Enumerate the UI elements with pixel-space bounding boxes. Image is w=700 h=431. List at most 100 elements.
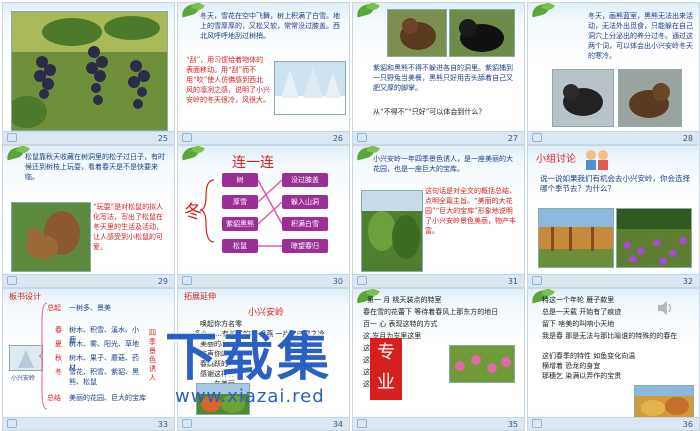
slide-text: 紫貂和黑熊不得不躲进各自的洞里。紫貂捕到一只野兔当美餐，黑熊只好用舌头舔着自己又… bbox=[373, 64, 513, 92]
board-value: 一树多、景美 bbox=[69, 304, 111, 312]
match-right-item[interactable]: 积满白雪 bbox=[282, 217, 328, 231]
slide-text: 小兴安岭一年四季景色诱人，是一座美丽的大花园，也是一座巨大的宝库。 bbox=[373, 155, 513, 173]
star-icon[interactable] bbox=[357, 276, 367, 285]
slide-number: 25 bbox=[157, 134, 168, 143]
slide-text: 冬天，画熊蓝室，黑熊无法出来活动，无法外出觅食，只能躲在自己洞穴上分泌出的养分过… bbox=[588, 12, 693, 60]
star-icon[interactable] bbox=[182, 133, 192, 142]
poem-line: 特这一个年轮 雁子款里 bbox=[542, 296, 615, 304]
watermark-title: 下载集 bbox=[165, 328, 334, 388]
speaker-icon[interactable] bbox=[656, 299, 674, 317]
slide-thumbnail-36[interactable]: 特这一个年轮 雁子款里 总是一天载 开始有了痕迹 留下 啥美的叫响小天地 我是春… bbox=[527, 288, 700, 431]
board-main-title: 小兴安岭 bbox=[11, 375, 36, 382]
board-key: 春 bbox=[55, 326, 62, 334]
slide-footer bbox=[178, 131, 349, 144]
star-icon[interactable] bbox=[357, 133, 367, 142]
star-icon[interactable] bbox=[182, 419, 192, 428]
slide-number: 31 bbox=[507, 277, 518, 286]
watermark: 下载集 专业 www.xiazai.red bbox=[165, 328, 425, 418]
slide-thumbnail-26[interactable]: 冬天，雪花在空中飞舞，树上积满了白雪。地上的雪厚厚的，又松又软，常常没过膝盖。西… bbox=[177, 2, 350, 145]
poem-line: 留下 啥美的叫响小天地 bbox=[542, 320, 615, 328]
poem-line: 总是一天载 开始有了痕迹 bbox=[542, 308, 622, 316]
bear-snow-photo bbox=[552, 69, 614, 127]
slide-number: 30 bbox=[332, 277, 343, 286]
autumn-photo bbox=[634, 385, 694, 419]
grapes-photo bbox=[11, 11, 168, 131]
star-icon[interactable] bbox=[7, 276, 17, 285]
brown-bear-photo bbox=[618, 69, 682, 127]
poem-line: 那穗乞 染满以弄作的宝贵 bbox=[542, 372, 622, 380]
match-left-item[interactable]: 厚雪 bbox=[222, 195, 258, 209]
slide-footer bbox=[353, 131, 524, 144]
slide-title: 小兴安岭 bbox=[248, 308, 285, 318]
match-right-item[interactable]: 晾望春归 bbox=[282, 239, 328, 253]
board-value: 雪花、积雪、紫貂、黑熊、松鼠 bbox=[69, 368, 139, 386]
board-key: 冬 bbox=[55, 368, 62, 376]
board-key: 总结 bbox=[47, 394, 61, 402]
slide-number: 27 bbox=[507, 134, 518, 143]
slide-text: “刮”，用习惯给着物体的表面移动。用“刮”而不用“吹”使人仿佛感到西北风的凛冽之… bbox=[186, 56, 270, 104]
poem-line: 横增着 恐龙的身宜 bbox=[542, 362, 601, 370]
slide-thumbnail-28[interactable]: 冬天，画熊蓝室，黑熊无法出来活动，无法外出觅食，只能躲在自己洞穴上分泌出的养分过… bbox=[527, 2, 700, 145]
board-value: 树木、雾、阳光、草地 bbox=[69, 340, 139, 348]
star-icon[interactable] bbox=[182, 276, 192, 285]
slide-number: 33 bbox=[157, 420, 168, 429]
slide-thumbnail-25[interactable]: 25 bbox=[2, 2, 175, 145]
autumn-forest-photo bbox=[538, 208, 614, 268]
slide-text: “玩耍”是对松鼠的拟人化写法，写出了松鼠在冬天里的生活及活动，让人感受到小松鼠的… bbox=[93, 203, 164, 251]
board-key: 总起 bbox=[47, 304, 61, 312]
children-icon bbox=[586, 150, 608, 170]
poem-line: 这们春季的特性 如鱼变化向温 bbox=[542, 352, 636, 360]
slide-footer bbox=[528, 417, 699, 430]
slide-footer bbox=[3, 131, 174, 144]
star-icon[interactable] bbox=[7, 419, 17, 428]
slide-footer bbox=[528, 274, 699, 287]
match-right-item[interactable]: 躲入山洞 bbox=[282, 195, 328, 209]
slide-number: 35 bbox=[507, 420, 518, 429]
board-value: 美丽的花园、巨大的宝库 bbox=[69, 394, 146, 402]
board-side-label: 四季景色诱人 bbox=[149, 329, 156, 382]
slide-number: 26 bbox=[332, 134, 343, 143]
match-right-item[interactable]: 没过膝盖 bbox=[282, 173, 328, 187]
slide-footer bbox=[353, 274, 524, 287]
poem-line: 我是春 那是无法与那比喻谁的特殊的的春在 bbox=[542, 332, 678, 340]
slide-number: 34 bbox=[332, 420, 343, 429]
board-key: 夏 bbox=[55, 340, 62, 348]
slide-thumbnail-33[interactable]: 板书设计 小兴安岭 总起 一树多、景美 春 树木、积雪、溪水、小鹿 夏 树木、雾… bbox=[2, 288, 175, 431]
slide-footer bbox=[3, 417, 174, 430]
slide-number: 28 bbox=[682, 134, 693, 143]
star-icon[interactable] bbox=[532, 276, 542, 285]
slide-number: 32 bbox=[682, 277, 693, 286]
slide-footer bbox=[178, 417, 349, 430]
snow-forest-photo bbox=[274, 61, 346, 115]
poem-line: 第一 月 桃天装点的特室 bbox=[367, 296, 442, 304]
slide-text: 这句话是对全文的概括总结，点明全篇主旨。“美丽的大花园”“巨大的宝库”形象地说明… bbox=[425, 187, 516, 235]
slide-thumbnail-29[interactable]: 松鼠靠秋天收藏在树洞里的松子过日子，有时候还到树枝上玩耍，看着春天是不是快要来临… bbox=[2, 145, 175, 288]
slide-thumbnail-27[interactable]: 紫貂和黑熊不得不躲进各自的洞里。紫貂捕到一只野兔当美餐，黑熊只好用舌头舔着自己又… bbox=[352, 2, 525, 145]
star-icon[interactable] bbox=[357, 419, 367, 428]
slide-footer bbox=[528, 131, 699, 144]
match-left-item[interactable]: 松鼠 bbox=[222, 239, 258, 253]
slide-number: 29 bbox=[157, 277, 168, 286]
watermark-tag: 专业 bbox=[370, 338, 402, 400]
slide-text: 说一说如果我们有机会去小兴安岭，你会选择哪个季节去？为什么？ bbox=[540, 174, 690, 193]
slide-heading: 小组讨论 bbox=[536, 154, 576, 165]
flower-photo bbox=[449, 345, 515, 383]
star-icon[interactable] bbox=[7, 133, 17, 142]
star-icon[interactable] bbox=[532, 133, 542, 142]
slide-thumbnail-30[interactable]: 连一连 冬 树 厚雪 紫貂黑熊 松鼠 没过膝盖 躲入山洞 积满白雪 晾望春归 3… bbox=[177, 145, 350, 288]
snow-thumbnail bbox=[9, 345, 43, 371]
star-icon[interactable] bbox=[532, 419, 542, 428]
slide-question: 从“不得不”“只好”可以体会到什么？ bbox=[373, 108, 486, 116]
slide-number: 36 bbox=[682, 420, 693, 429]
match-left-item[interactable]: 树 bbox=[222, 173, 258, 187]
flower-field-photo bbox=[616, 208, 692, 268]
sable-photo bbox=[387, 9, 447, 57]
slide-footer bbox=[353, 417, 524, 430]
slide-thumbnail-32[interactable]: 小组讨论 说一说如果我们有机会去小兴安岭，你会选择哪个季节去？为什么？ 32 bbox=[527, 145, 700, 288]
slide-text: 冬天，雪花在空中飞舞，树上积满了白雪。地上的雪厚厚的，又松又软，常常没过膝盖。西… bbox=[200, 12, 340, 40]
match-left-item[interactable]: 紫貂黑熊 bbox=[222, 217, 258, 231]
board-key: 秋 bbox=[55, 354, 62, 362]
slide-thumbnail-31[interactable]: 小兴安岭一年四季景色诱人，是一座美丽的大花园，也是一座巨大的宝库。 这句话是对全… bbox=[352, 145, 525, 288]
slide-footer bbox=[178, 274, 349, 287]
squirrel-photo bbox=[11, 202, 91, 272]
